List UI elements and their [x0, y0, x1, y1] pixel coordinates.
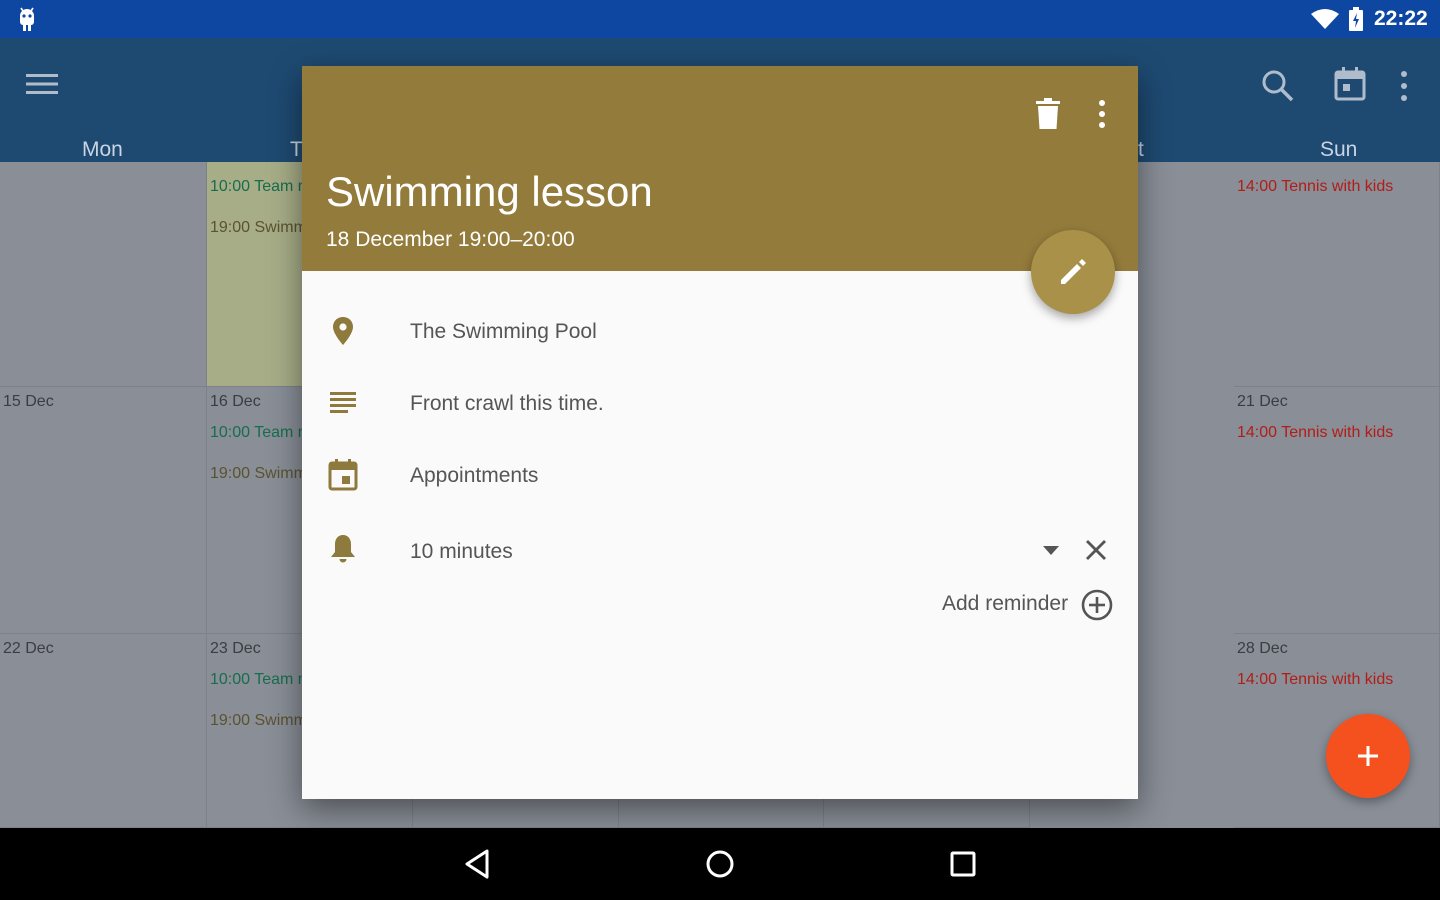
reminder-select[interactable]: 10 minutes [410, 540, 513, 564]
date-label: 16 Dec [210, 393, 261, 410]
battery-icon [1349, 7, 1363, 31]
event-calendar-name: Appointments [410, 464, 539, 487]
event-location: The Swimming Pool [410, 320, 597, 343]
status-bar: 22:22 [0, 0, 1440, 38]
search-icon[interactable] [1260, 68, 1296, 104]
date-label: 15 Dec [3, 393, 54, 410]
event-datetime: 18 December 19:00–20:00 [326, 228, 575, 251]
day-header-tue: T [290, 138, 303, 161]
home-icon[interactable] [702, 846, 738, 882]
close-icon[interactable] [1084, 538, 1108, 562]
calendar-icon[interactable] [1332, 66, 1368, 102]
event-team-meeting[interactable]: 10:00 Team m [210, 671, 304, 689]
dialog-header: Swimming lesson 18 December 19:00–20:00 [302, 66, 1138, 271]
plus-icon [1358, 746, 1378, 766]
day-header-mon: Mon [82, 138, 123, 161]
event-title: Swimming lesson [326, 168, 653, 215]
day-cell[interactable]: 15 Dec [0, 387, 207, 634]
date-label: 22 Dec [3, 640, 54, 657]
event-tennis[interactable]: 14:00 Tennis with kids [1237, 671, 1393, 689]
day-header-sat: t [1138, 138, 1144, 161]
menu-icon[interactable] [24, 70, 60, 98]
recents-icon[interactable] [945, 846, 981, 882]
add-circle-icon[interactable] [1080, 588, 1114, 622]
event-swimming[interactable]: 19:00 Swimm [210, 712, 304, 730]
event-description: Front crawl this time. [410, 392, 604, 415]
day-cell[interactable]: 21 Dec 14:00 Tennis with kids [1234, 387, 1440, 634]
day-header-sun: Sun [1320, 138, 1358, 161]
day-cell[interactable] [0, 162, 207, 387]
android-icon [20, 7, 34, 31]
event-icon [328, 459, 358, 491]
event-detail-dialog: Swimming lesson 18 December 19:00–20:00 … [302, 66, 1138, 799]
back-icon[interactable] [460, 846, 496, 882]
day-cell[interactable]: 14:00 Tennis with kids [1234, 162, 1440, 387]
wifi-icon [1311, 9, 1339, 29]
more-vert-icon[interactable] [1394, 68, 1414, 104]
event-swimming[interactable]: 19:00 Swimm [210, 219, 304, 237]
navigation-bar [0, 828, 1440, 900]
date-label: 21 Dec [1237, 393, 1288, 410]
date-label: 23 Dec [210, 640, 261, 657]
date-label: 28 Dec [1237, 640, 1288, 657]
edit-event-button[interactable] [1031, 230, 1115, 314]
more-vert-icon[interactable] [1092, 98, 1112, 130]
event-team-meeting[interactable]: 10:00 Team m [210, 424, 304, 442]
bell-icon [331, 535, 355, 563]
add-event-button[interactable] [1326, 714, 1410, 798]
add-reminder-button[interactable]: Add reminder [942, 592, 1068, 616]
day-cell[interactable]: 22 Dec [0, 634, 207, 828]
event-swimming[interactable]: 19:00 Swimm [210, 465, 304, 483]
event-tennis[interactable]: 14:00 Tennis with kids [1237, 424, 1393, 442]
edit-icon [1061, 259, 1086, 284]
dropdown-arrow-icon[interactable] [1042, 544, 1060, 556]
event-tennis[interactable]: 14:00 Tennis with kids [1237, 178, 1393, 196]
delete-icon[interactable] [1034, 98, 1062, 130]
notes-icon [330, 392, 356, 413]
status-time: 22:22 [1374, 7, 1428, 30]
location-icon [333, 317, 353, 345]
event-team-meeting[interactable]: 10:00 Team m [210, 178, 304, 196]
